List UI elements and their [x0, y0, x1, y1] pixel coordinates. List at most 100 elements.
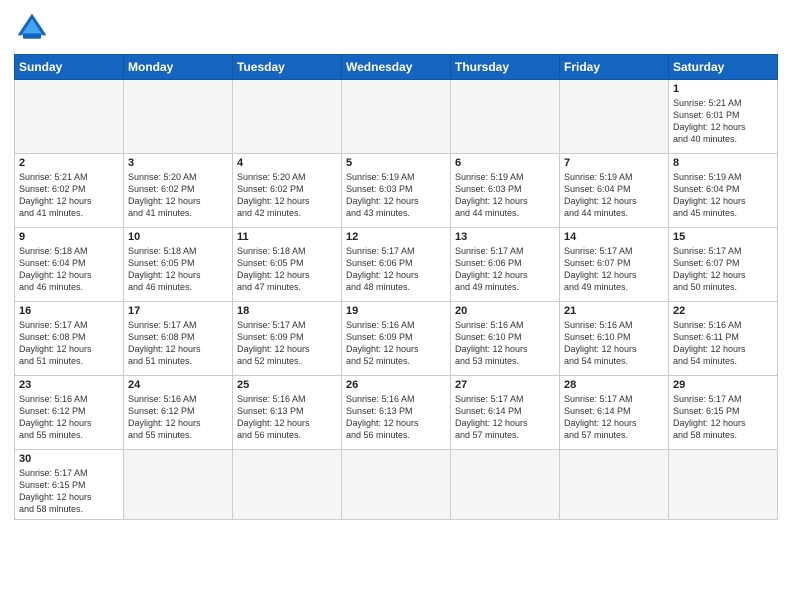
calendar-cell [233, 450, 342, 520]
day-number: 29 [673, 379, 773, 391]
day-info: Sunrise: 5:19 AM Sunset: 6:04 PM Dayligh… [564, 171, 664, 220]
day-number: 19 [346, 305, 446, 317]
calendar-cell: 28 Sunrise: 5:17 AM Sunset: 6:14 PM Dayli… [560, 376, 669, 450]
calendar-cell: 22 Sunrise: 5:16 AM Sunset: 6:11 PM Dayli… [669, 302, 778, 376]
calendar-header: SundayMondayTuesdayWednesdayThursdayFrid… [15, 55, 778, 80]
day-number: 5 [346, 157, 446, 169]
calendar-cell [451, 80, 560, 154]
calendar-cell [233, 80, 342, 154]
day-number: 15 [673, 231, 773, 243]
day-number: 22 [673, 305, 773, 317]
day-info: Sunrise: 5:17 AM Sunset: 6:06 PM Dayligh… [455, 245, 555, 294]
calendar-cell: 17 Sunrise: 5:17 AM Sunset: 6:08 PM Dayli… [124, 302, 233, 376]
calendar-cell: 27Sunrise: 5:17 AM Sunset: 6:14 PM Dayli… [451, 376, 560, 450]
day-info: Sunrise: 5:17 AM Sunset: 6:08 PM Dayligh… [128, 319, 228, 368]
day-number: 20 [455, 305, 555, 317]
day-info: Sunrise: 5:16 AM Sunset: 6:12 PM Dayligh… [19, 393, 119, 442]
day-info: Sunrise: 5:17 AM Sunset: 6:15 PM Dayligh… [19, 467, 119, 516]
calendar-cell: 10 Sunrise: 5:18 AM Sunset: 6:05 PM Dayli… [124, 228, 233, 302]
day-header-sunday: Sunday [15, 55, 124, 80]
day-info: Sunrise: 5:19 AM Sunset: 6:04 PM Dayligh… [673, 171, 773, 220]
day-number: 23 [19, 379, 119, 391]
week-row-2: 9 Sunrise: 5:18 AM Sunset: 6:04 PM Daylig… [15, 228, 778, 302]
calendar-cell [124, 80, 233, 154]
week-row-1: 2 Sunrise: 5:21 AM Sunset: 6:02 PM Daylig… [15, 154, 778, 228]
calendar-cell: 3Sunrise: 5:20 AM Sunset: 6:02 PM Daylig… [124, 154, 233, 228]
calendar-cell: 7 Sunrise: 5:19 AM Sunset: 6:04 PM Daylig… [560, 154, 669, 228]
calendar-cell: 19Sunrise: 5:16 AM Sunset: 6:09 PM Dayli… [342, 302, 451, 376]
day-info: Sunrise: 5:18 AM Sunset: 6:05 PM Dayligh… [237, 245, 337, 294]
day-number: 21 [564, 305, 664, 317]
calendar-cell: 25 Sunrise: 5:16 AM Sunset: 6:13 PM Dayli… [233, 376, 342, 450]
day-info: Sunrise: 5:19 AM Sunset: 6:03 PM Dayligh… [455, 171, 555, 220]
day-info: Sunrise: 5:20 AM Sunset: 6:02 PM Dayligh… [237, 171, 337, 220]
calendar-cell [124, 450, 233, 520]
logo-icon [14, 10, 50, 46]
day-info: Sunrise: 5:16 AM Sunset: 6:13 PM Dayligh… [346, 393, 446, 442]
calendar-cell: 26Sunrise: 5:16 AM Sunset: 6:13 PM Dayli… [342, 376, 451, 450]
day-info: Sunrise: 5:21 AM Sunset: 6:02 PM Dayligh… [19, 171, 119, 220]
day-number: 16 [19, 305, 119, 317]
calendar-cell: 16 Sunrise: 5:17 AM Sunset: 6:08 PM Dayli… [15, 302, 124, 376]
day-info: Sunrise: 5:18 AM Sunset: 6:05 PM Dayligh… [128, 245, 228, 294]
day-number: 12 [346, 231, 446, 243]
calendar-cell: 2 Sunrise: 5:21 AM Sunset: 6:02 PM Daylig… [15, 154, 124, 228]
calendar-cell: 6 Sunrise: 5:19 AM Sunset: 6:03 PM Daylig… [451, 154, 560, 228]
calendar-cell: 29 Sunrise: 5:17 AM Sunset: 6:15 PM Dayli… [669, 376, 778, 450]
day-info: Sunrise: 5:16 AM Sunset: 6:13 PM Dayligh… [237, 393, 337, 442]
day-info: Sunrise: 5:18 AM Sunset: 6:04 PM Dayligh… [19, 245, 119, 294]
calendar-cell: 18 Sunrise: 5:17 AM Sunset: 6:09 PM Dayli… [233, 302, 342, 376]
day-number: 17 [128, 305, 228, 317]
calendar-cell: 21 Sunrise: 5:16 AM Sunset: 6:10 PM Dayli… [560, 302, 669, 376]
calendar-body: 1 Sunrise: 5:21 AM Sunset: 6:01 PM Daylig… [15, 80, 778, 520]
calendar-cell: 11 Sunrise: 5:18 AM Sunset: 6:05 PM Dayli… [233, 228, 342, 302]
calendar-cell [560, 80, 669, 154]
day-info: Sunrise: 5:16 AM Sunset: 6:10 PM Dayligh… [564, 319, 664, 368]
day-info: Sunrise: 5:17 AM Sunset: 6:06 PM Dayligh… [346, 245, 446, 294]
day-header-thursday: Thursday [451, 55, 560, 80]
day-header-wednesday: Wednesday [342, 55, 451, 80]
day-header-monday: Monday [124, 55, 233, 80]
day-number: 10 [128, 231, 228, 243]
day-number: 3 [128, 157, 228, 169]
day-number: 13 [455, 231, 555, 243]
day-number: 11 [237, 231, 337, 243]
day-header-friday: Friday [560, 55, 669, 80]
day-number: 7 [564, 157, 664, 169]
day-info: Sunrise: 5:21 AM Sunset: 6:01 PM Dayligh… [673, 97, 773, 146]
calendar-cell: 13 Sunrise: 5:17 AM Sunset: 6:06 PM Dayli… [451, 228, 560, 302]
day-info: Sunrise: 5:17 AM Sunset: 6:14 PM Dayligh… [564, 393, 664, 442]
day-number: 2 [19, 157, 119, 169]
day-number: 9 [19, 231, 119, 243]
logo [14, 10, 54, 46]
calendar-cell: 9 Sunrise: 5:18 AM Sunset: 6:04 PM Daylig… [15, 228, 124, 302]
day-number: 14 [564, 231, 664, 243]
day-number: 6 [455, 157, 555, 169]
day-number: 28 [564, 379, 664, 391]
days-row: SundayMondayTuesdayWednesdayThursdayFrid… [15, 55, 778, 80]
calendar-cell: 20 Sunrise: 5:16 AM Sunset: 6:10 PM Dayli… [451, 302, 560, 376]
week-row-3: 16 Sunrise: 5:17 AM Sunset: 6:08 PM Dayli… [15, 302, 778, 376]
calendar-cell [560, 450, 669, 520]
week-row-5: 30Sunrise: 5:17 AM Sunset: 6:15 PM Dayli… [15, 450, 778, 520]
calendar-cell [15, 80, 124, 154]
day-number: 25 [237, 379, 337, 391]
day-number: 24 [128, 379, 228, 391]
day-number: 27 [455, 379, 555, 391]
day-info: Sunrise: 5:17 AM Sunset: 6:09 PM Dayligh… [237, 319, 337, 368]
day-info: Sunrise: 5:16 AM Sunset: 6:11 PM Dayligh… [673, 319, 773, 368]
day-number: 18 [237, 305, 337, 317]
day-header-saturday: Saturday [669, 55, 778, 80]
calendar-cell: 1 Sunrise: 5:21 AM Sunset: 6:01 PM Daylig… [669, 80, 778, 154]
day-info: Sunrise: 5:17 AM Sunset: 6:15 PM Dayligh… [673, 393, 773, 442]
calendar-cell: 30Sunrise: 5:17 AM Sunset: 6:15 PM Dayli… [15, 450, 124, 520]
calendar-cell [669, 450, 778, 520]
week-row-0: 1 Sunrise: 5:21 AM Sunset: 6:01 PM Daylig… [15, 80, 778, 154]
day-number: 8 [673, 157, 773, 169]
day-info: Sunrise: 5:16 AM Sunset: 6:10 PM Dayligh… [455, 319, 555, 368]
day-number: 1 [673, 83, 773, 95]
day-info: Sunrise: 5:17 AM Sunset: 6:08 PM Dayligh… [19, 319, 119, 368]
day-header-tuesday: Tuesday [233, 55, 342, 80]
calendar-cell: 15Sunrise: 5:17 AM Sunset: 6:07 PM Dayli… [669, 228, 778, 302]
page: SundayMondayTuesdayWednesdayThursdayFrid… [0, 0, 792, 612]
